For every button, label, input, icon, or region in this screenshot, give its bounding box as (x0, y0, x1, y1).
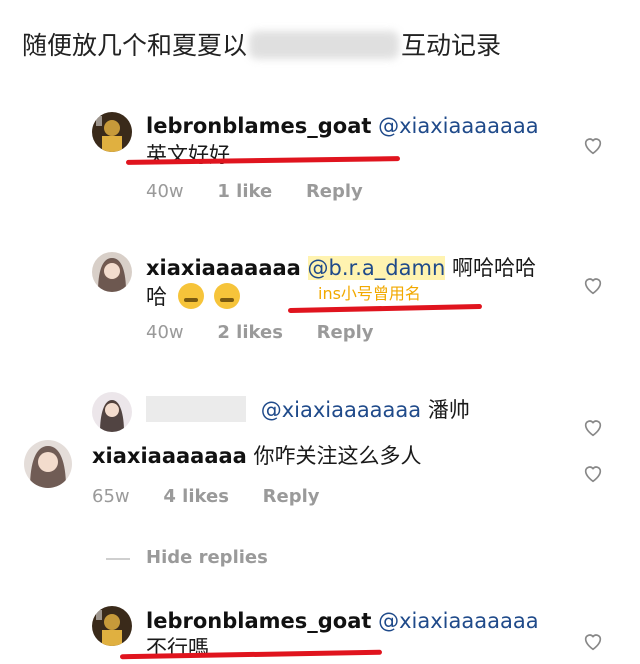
avatar-user[interactable] (92, 392, 132, 432)
heart-icon[interactable] (582, 462, 604, 484)
comment-line: lebronblames_goat @xiaxiaaaaaaa (146, 606, 539, 636)
username[interactable]: lebronblames_goat (146, 114, 371, 138)
mention-link[interactable]: @xiaxiaaaaaaa (261, 398, 421, 422)
comment-age: 65w (92, 486, 130, 507)
likes-count[interactable]: 4 likes (163, 486, 229, 507)
heart-icon[interactable] (582, 134, 604, 156)
comment-line: xiaxiaaaaaaa @b.r.a_damn 啊哈哈哈 (146, 253, 536, 283)
comment-text: 潘帅 (427, 398, 470, 422)
hide-replies-button[interactable]: Hide replies (146, 547, 268, 568)
zipper-mouth-emoji (214, 283, 241, 309)
title-start: 随便放几个和夏夏以 (22, 31, 248, 60)
likes-count[interactable]: 1 like (217, 181, 272, 202)
comment-line: lebronblames_goat @xiaxiaaaaaaa (146, 111, 539, 141)
comment-line: @xiaxiaaaaaaa 潘帅 (146, 395, 470, 425)
divider (106, 558, 130, 560)
zipper-mouth-emoji (177, 283, 204, 309)
comment-line: xiaxiaaaaaaa 你咋关注这么多人 (92, 441, 422, 471)
heart-icon[interactable] (582, 274, 604, 296)
comment-meta: 40w 1 like Reply (146, 181, 391, 202)
username[interactable]: lebronblames_goat (146, 609, 371, 633)
avatar-lebronblames[interactable] (92, 606, 132, 646)
title-end: 互动记录 (401, 31, 502, 60)
reply-button[interactable]: Reply (263, 486, 320, 507)
reply-button[interactable]: Reply (306, 181, 363, 202)
likes-count[interactable]: 2 likes (217, 322, 283, 343)
comment-meta: 40w 2 likes Reply (146, 322, 402, 343)
red-underline (287, 303, 483, 314)
blurred-name (249, 31, 400, 59)
username[interactable]: xiaxiaaaaaaa (146, 256, 301, 280)
avatar-lebronblames[interactable] (92, 112, 132, 152)
comment-age: 40w (146, 181, 184, 202)
mention-link[interactable]: @xiaxiaaaaaaa (378, 609, 538, 633)
comment-text-line2: 哈 (146, 282, 241, 312)
comment-text: 英文好好 (146, 143, 230, 167)
comment-age: 40w (146, 322, 184, 343)
comment-text: 你咋关注这么多人 (253, 444, 422, 468)
heart-icon[interactable] (582, 630, 604, 652)
mention-link[interactable]: @xiaxiaaaaaaa (378, 114, 538, 138)
comment-text: 啊哈哈哈 (451, 256, 536, 280)
avatar-xiaxia[interactable] (92, 252, 132, 292)
page-title: 随便放几个和夏夏以 互动记录 (22, 26, 501, 62)
username[interactable]: xiaxiaaaaaaa (92, 444, 247, 468)
avatar-xiaxia[interactable] (24, 440, 72, 488)
comment-meta: 65w 4 likes Reply (92, 486, 348, 507)
annotation: ins小号曾用名 (318, 284, 421, 303)
comment-text: 哈 (146, 285, 167, 309)
hidden-username (146, 396, 246, 422)
heart-icon[interactable] (582, 416, 604, 438)
mention-link[interactable]: @b.r.a_damn (307, 256, 446, 280)
reply-button[interactable]: Reply (317, 322, 374, 343)
